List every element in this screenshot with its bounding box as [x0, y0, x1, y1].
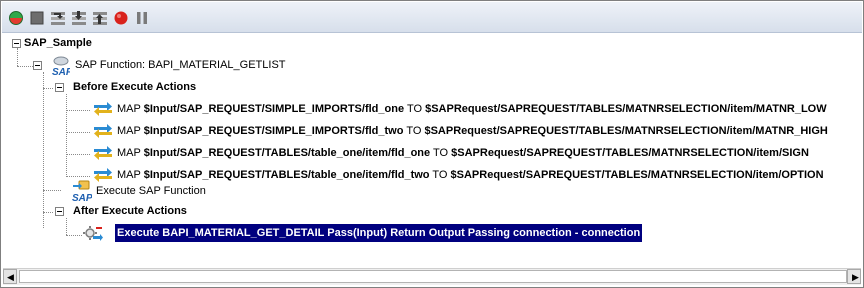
breakpoint-icon[interactable]: [113, 10, 129, 26]
tree-node-label: After Execute Actions: [73, 205, 187, 217]
map-arrows-icon: [94, 124, 112, 138]
map-source: $Input/SAP_REQUEST/TABLES/table_one/item…: [143, 147, 431, 159]
step-out-icon[interactable]: [92, 10, 108, 26]
scroll-left-button[interactable]: ◀: [3, 269, 17, 284]
toolbar: [2, 2, 862, 33]
scroll-right-button[interactable]: ▶: [847, 269, 861, 284]
map-arrows-icon: [94, 102, 112, 116]
stop-icon[interactable]: [29, 10, 45, 26]
map-keyword: MAP: [117, 103, 141, 115]
tree-view: SAP_Sample SAP SAP Function: BAPI_MATERI…: [2, 34, 862, 262]
map-statement: MAP $Input/SAP_REQUEST/TABLES/table_one/…: [117, 144, 809, 162]
map-to-keyword: TO: [406, 103, 423, 115]
map-target: $SAPRequest/SAPREQUEST/TABLES/MATNRSELEC…: [450, 169, 824, 181]
tree-node-map[interactable]: MAP $Input/SAP_REQUEST/TABLES/table_one/…: [2, 144, 862, 162]
scroll-left-icon: ◀: [7, 272, 14, 282]
tree-node-after-actions[interactable]: After Execute Actions: [2, 202, 402, 220]
step-into-icon[interactable]: [71, 10, 87, 26]
map-keyword: MAP: [117, 147, 141, 159]
tree-node-label: SAP Function: BAPI_MATERIAL_GETLIST: [75, 59, 286, 71]
svg-text:SAP: SAP: [72, 193, 92, 202]
tree-node-before-actions[interactable]: Before Execute Actions: [2, 78, 402, 96]
tree-node-label: Before Execute Actions: [73, 81, 197, 93]
tree-node-map[interactable]: MAP $Input/SAP_REQUEST/SIMPLE_IMPORTS/fl…: [2, 100, 862, 118]
map-target: $SAPRequest/SAPREQUEST/TABLES/MATNRSELEC…: [424, 125, 828, 137]
scrollbar-thumb[interactable]: [19, 270, 847, 283]
horizontal-scrollbar[interactable]: ◀ ▶: [3, 268, 861, 285]
map-target: $SAPRequest/SAPREQUEST/TABLES/MATNRSELEC…: [425, 103, 827, 115]
map-to-keyword: TO: [433, 147, 449, 159]
map-source: $Input/SAP_REQUEST/SIMPLE_IMPORTS/fld_on…: [143, 103, 405, 115]
tree-node-label: SAP_Sample: [24, 37, 92, 49]
map-arrows-icon: [94, 146, 112, 160]
svg-text:SAP: SAP: [52, 67, 70, 77]
run-icon[interactable]: [8, 10, 24, 26]
map-statement: MAP $Input/SAP_REQUEST/SIMPLE_IMPORTS/fl…: [117, 122, 828, 140]
map-to-keyword: TO: [432, 169, 448, 181]
map-source: $Input/SAP_REQUEST/SIMPLE_IMPORTS/fld_tw…: [143, 125, 404, 137]
sap-function-icon: SAP: [52, 56, 70, 77]
collapse-toggle[interactable]: [12, 39, 21, 48]
map-statement: MAP $Input/SAP_REQUEST/SIMPLE_IMPORTS/fl…: [117, 100, 827, 118]
tree-node-execute-sap[interactable]: SAP Execute SAP Function: [2, 180, 402, 202]
tree-panel: SAP_Sample SAP SAP Function: BAPI_MATERI…: [0, 0, 864, 288]
execute-sap-icon: SAP: [72, 180, 92, 202]
collapse-toggle[interactable]: [55, 83, 64, 92]
collapse-toggle[interactable]: [55, 207, 64, 216]
collapse-toggle[interactable]: [33, 61, 42, 70]
tree-node-label: Execute SAP Function: [96, 185, 206, 197]
map-to-keyword: TO: [406, 125, 422, 137]
map-target: $SAPRequest/SAPREQUEST/TABLES/MATNRSELEC…: [451, 147, 809, 159]
map-keyword: MAP: [117, 125, 141, 137]
step-over-icon[interactable]: [50, 10, 66, 26]
execute-process-icon: [83, 226, 103, 241]
tree-node-map[interactable]: MAP $Input/SAP_REQUEST/SIMPLE_IMPORTS/fl…: [2, 122, 862, 140]
pause-icon[interactable]: [134, 10, 150, 26]
tree-node-sap-function[interactable]: SAP SAP Function: BAPI_MATERIAL_GETLIST: [2, 56, 402, 77]
tree-node-root[interactable]: SAP_Sample: [2, 34, 302, 52]
tree-node-execute-detail[interactable]: Execute BAPI_MATERIAL_GET_DETAIL Pass(In…: [2, 224, 862, 242]
scroll-right-icon: ▶: [852, 272, 859, 282]
tree-node-label-selected: Execute BAPI_MATERIAL_GET_DETAIL Pass(In…: [115, 224, 643, 242]
